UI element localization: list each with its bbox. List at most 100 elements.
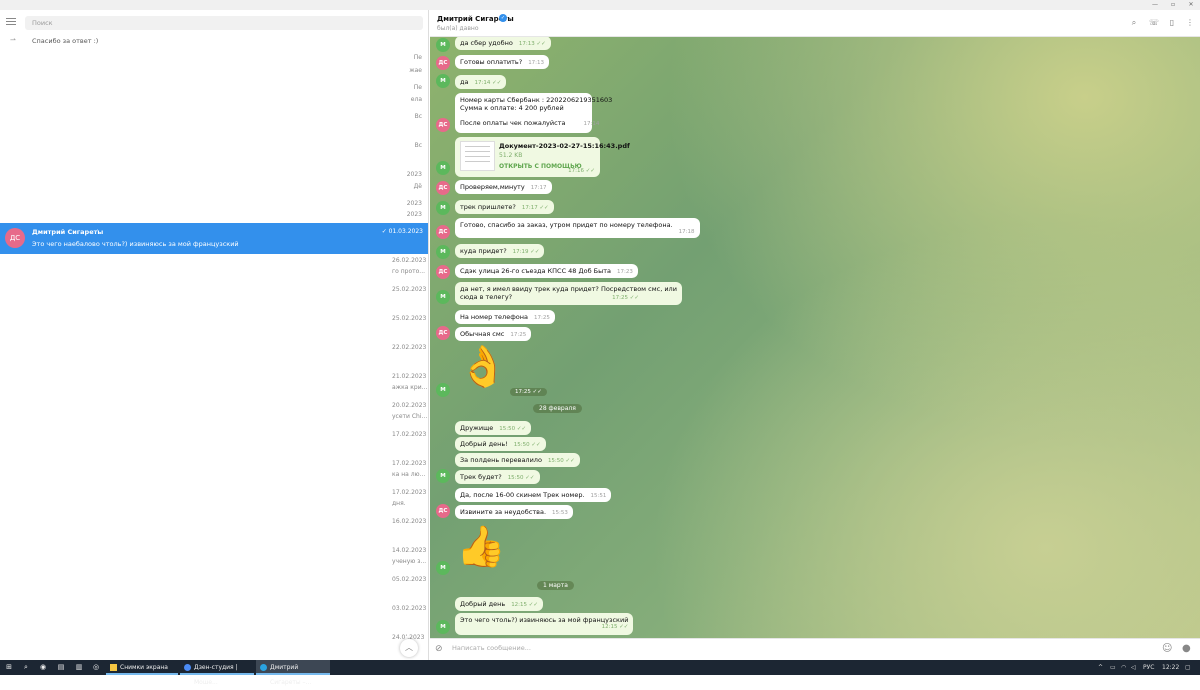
notifications-icon[interactable]: ▢	[1185, 660, 1191, 675]
message-incoming[interactable]: Обычная смс 17:25	[455, 327, 532, 341]
avatar[interactable]: М	[436, 245, 450, 259]
chat-list-item-selected[interactable]: ДС Дмитрий Сигареты ✓ ✓ 01.03.2023 Это ч…	[0, 223, 428, 254]
message-outgoing[interactable]: трек пришлете? 17:17 ✓✓	[455, 200, 554, 214]
chat-preview-fragment[interactable]: 2023	[407, 211, 422, 218]
message-incoming[interactable]: Проверяем,минуту 17:17	[455, 180, 552, 194]
chat-date[interactable]: 21.02.2023	[392, 373, 426, 380]
network-icon[interactable]: ▭	[1110, 660, 1116, 675]
chat-snippet[interactable]: усети Chi...	[392, 413, 427, 420]
taskbar-app-explorer[interactable]: Снимки экрана	[106, 660, 178, 675]
message-incoming[interactable]: Готовы оплатить? 17:13	[455, 55, 550, 69]
avatar[interactable]: ДС	[436, 118, 450, 132]
chat-date[interactable]: 16.02.2023	[392, 518, 426, 525]
message-incoming[interactable]: Сдэк улица 26-го съезда КПСС 48 Доб Быта…	[455, 264, 638, 278]
phone-icon[interactable]: ☏	[1149, 18, 1159, 28]
avatar[interactable]: ДС	[436, 504, 450, 518]
message-incoming[interactable]: На номер телефона 17:25	[455, 310, 555, 324]
message-outgoing[interactable]: Трек будет? 15:50 ✓✓	[455, 470, 540, 484]
message-incoming[interactable]: Извините за неудобства. 15:53	[455, 505, 573, 519]
sidebar-toggle-icon[interactable]: ▯	[1167, 18, 1177, 28]
avatar[interactable]: ДС	[436, 56, 450, 70]
message-outgoing[interactable]: Добрый день! 15:50 ✓✓	[455, 437, 546, 451]
chat-date[interactable]: 20.02.2023	[392, 402, 426, 409]
chat-preview-fragment[interactable]: 2023	[407, 200, 422, 207]
chat-preview-fragment[interactable]: Пе	[414, 84, 422, 91]
wifi-icon[interactable]: ◠	[1121, 660, 1126, 675]
search-icon[interactable]: ⌕	[1129, 18, 1139, 28]
avatar[interactable]: ДС	[436, 181, 450, 195]
document-thumbnail[interactable]	[460, 141, 495, 171]
clock[interactable]: 12:22	[1162, 660, 1179, 675]
windows-start-icon[interactable]: ⊞	[4, 663, 14, 672]
avatar[interactable]: М	[436, 201, 450, 215]
message-incoming[interactable]: Номер карты Сбербанк : 2202206219351603 …	[455, 93, 612, 133]
chat-snippet[interactable]: дня.	[392, 500, 406, 507]
chat-date[interactable]: 17.02.2023	[392, 460, 426, 467]
scroll-up-button[interactable]: ︿	[400, 639, 418, 657]
avatar[interactable]: М	[436, 290, 450, 304]
avatar[interactable]: М	[436, 469, 450, 483]
microphone-icon[interactable]: ●	[1182, 643, 1191, 654]
message-incoming[interactable]: Готово, спасибо за заказ, утром придет п…	[455, 218, 700, 238]
chat-list-item[interactable]: ⇀ Спасибо за ответ :)	[0, 34, 428, 48]
chat-date[interactable]: 14.02.2023	[392, 547, 426, 554]
paperclip-icon[interactable]: ⊘	[435, 644, 443, 654]
close-button[interactable]: ✕	[1182, 0, 1200, 10]
store-icon[interactable]: ▤	[56, 663, 66, 672]
chat-date[interactable]: 26.02.2023	[392, 257, 426, 264]
message-outgoing[interactable]: да 17:14 ✓✓	[455, 75, 507, 89]
chat-date[interactable]: 25.02.2023	[392, 315, 426, 322]
chrome-icon[interactable]: ◎	[91, 663, 101, 672]
taskbar-app-chrome[interactable]: Дзен-студия | Моше...	[180, 660, 254, 686]
chat-preview-fragment[interactable]: Вс	[415, 142, 422, 149]
message-outgoing[interactable]: Это чего чтоль?) извиняюсь за мой францу…	[455, 613, 634, 635]
message-outgoing[interactable]: Добрый день 12:15 ✓✓	[455, 597, 544, 611]
chat-preview-fragment[interactable]: жае	[409, 67, 422, 74]
message-outgoing[interactable]: куда придет? 17:19 ✓✓	[455, 244, 545, 258]
volume-icon[interactable]: ◁	[1131, 660, 1136, 675]
message-outgoing[interactable]: да сбер удобно 17:13 ✓✓	[455, 37, 551, 50]
message-input[interactable]: Написать сообщение...	[452, 644, 531, 652]
chat-snippet[interactable]: ажка кри...	[392, 384, 427, 391]
maximize-button[interactable]: ▫	[1164, 0, 1182, 10]
message-incoming[interactable]: Да, после 16-00 скинем Трек номер. 15:51	[455, 488, 612, 502]
chat-preview-fragment[interactable]: Пе	[414, 54, 422, 61]
avatar[interactable]: ДС	[436, 265, 450, 279]
tray-chevron-icon[interactable]: ^	[1098, 660, 1103, 675]
avatar[interactable]: ДС	[436, 326, 450, 340]
menu-icon[interactable]	[6, 18, 16, 26]
more-icon[interactable]: ⋮	[1185, 18, 1195, 28]
chat-date[interactable]: 03.02.2023	[392, 605, 426, 612]
chat-preview-fragment[interactable]: Дё	[414, 183, 422, 190]
avatar[interactable]: М	[436, 74, 450, 88]
chat-snippet[interactable]: ка на лю...	[392, 471, 425, 478]
edge-icon[interactable]: ◉	[38, 663, 48, 672]
avatar[interactable]: М	[436, 620, 450, 634]
chat-preview-fragment[interactable]: ела	[411, 96, 422, 103]
message-outgoing[interactable]: За полдень перевалило 15:50 ✓✓	[455, 453, 580, 467]
minimize-button[interactable]: —	[1146, 0, 1164, 10]
language-indicator[interactable]: РУС	[1143, 660, 1154, 675]
avatar[interactable]: М	[436, 383, 450, 397]
thumbs-up-sticker[interactable]: 👍	[456, 525, 506, 569]
chat-preview-fragment[interactable]: Вс	[415, 113, 422, 120]
chat-date[interactable]: 17.02.2023	[392, 431, 426, 438]
search-input[interactable]: Поиск	[25, 16, 423, 30]
avatar[interactable]: М	[436, 161, 450, 175]
chat-date[interactable]: 25.02.2023	[392, 286, 426, 293]
chat-preview-fragment[interactable]: 2023	[407, 171, 422, 178]
message-outgoing[interactable]: Дружище 15:50 ✓✓	[455, 421, 532, 435]
chat-snippet[interactable]: ученую з...	[392, 558, 426, 565]
emoji-icon[interactable]: ☺	[1162, 643, 1172, 654]
avatar[interactable]: ДС	[436, 225, 450, 239]
message-document[interactable]: Документ-2023-02-27-15:16:43.pdf 51.2 KB…	[455, 137, 630, 177]
chat-date[interactable]: 05.02.2023	[392, 576, 426, 583]
chat-date[interactable]: 17.02.2023	[392, 489, 426, 496]
chat-date[interactable]: 22.02.2023	[392, 344, 426, 351]
search-icon[interactable]: ⌕	[21, 663, 31, 672]
chat-snippet[interactable]: го прото...	[392, 268, 425, 275]
ok-hand-sticker[interactable]: 👌	[458, 345, 508, 389]
message-outgoing[interactable]: да нет, я имел ввиду трек куда придет? П…	[455, 282, 682, 305]
avatar[interactable]: М	[436, 38, 450, 52]
taskbar-app-telegram[interactable]: Дмитрий Сигареты –...	[256, 660, 330, 686]
